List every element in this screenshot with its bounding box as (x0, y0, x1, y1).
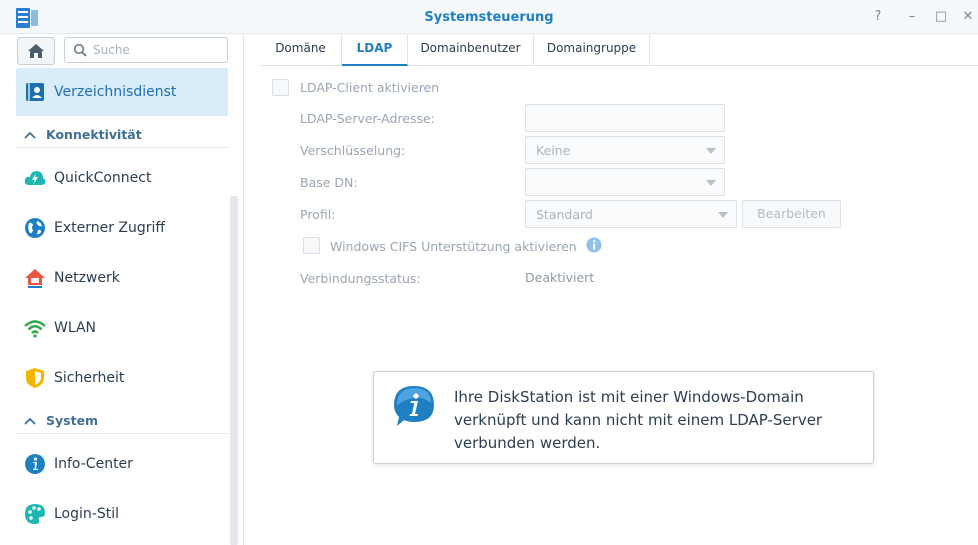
profile-select[interactable]: Standard (525, 200, 737, 228)
tab-domaingruppe[interactable]: Domaingruppe (534, 34, 650, 66)
sidebar-item-label: WLAN (54, 320, 97, 336)
notice-message: Ihre DiskStation ist mit einer Windows-D… (454, 388, 823, 452)
tab-domainbenutzer[interactable]: Domainbenutzer (408, 34, 534, 66)
tab-ldap[interactable]: LDAP (342, 34, 408, 66)
chevron-down-icon (718, 212, 728, 218)
sidebar-item-verzeichnisdienst[interactable]: Verzeichnisdienst (16, 68, 228, 116)
sidebar-item-info-center[interactable]: Info-Center (16, 440, 228, 488)
enable-ldap-checkbox[interactable] (272, 79, 289, 96)
cifs-support-checkbox[interactable] (303, 237, 320, 254)
encryption-label: Verschlüsselung: (300, 143, 406, 158)
sidebar-item-label: Sicherheit (54, 370, 125, 386)
palette-icon (24, 503, 46, 525)
window-title: Systemsteuerung (424, 10, 554, 25)
edit-profile-button[interactable]: Bearbeiten (742, 200, 841, 228)
enable-ldap-label: LDAP-Client aktivieren (300, 80, 440, 95)
sidebar-item-netzwerk[interactable]: Netzwerk (16, 254, 228, 302)
profile-value: Standard (536, 207, 593, 222)
tab-domaene[interactable]: Domäne (260, 34, 342, 66)
chevron-up-icon (24, 131, 36, 139)
sidebar-item-label: QuickConnect (54, 170, 152, 186)
sidebar-item-sicherheit[interactable]: Sicherheit (16, 354, 228, 402)
cifs-support-label: Windows CIFS Unterstützung aktivieren (330, 239, 577, 254)
sidebar-item-quickconnect[interactable]: QuickConnect (16, 154, 228, 202)
globe-icon (24, 217, 46, 239)
sidebar-item-label: Netzwerk (54, 270, 120, 286)
directory-icon (24, 81, 46, 103)
encryption-value: Keine (536, 143, 571, 158)
help-button[interactable]: ? (868, 8, 888, 26)
connection-status-label: Verbindungsstatus: (300, 271, 421, 286)
sidebar-item-label: Info-Center (54, 456, 133, 472)
sidebar: Verzeichnisdienst Konnektivität QuickCon… (0, 34, 244, 545)
server-address-input[interactable] (525, 104, 725, 132)
shield-icon (24, 367, 46, 389)
search-icon (73, 43, 87, 57)
title-bar: Systemsteuerung ? – □ ✕ (0, 0, 978, 34)
sidebar-item-login-stil[interactable]: Login-Stil (16, 490, 228, 538)
profile-label: Profil: (300, 207, 336, 222)
connection-status-value: Deaktiviert (525, 270, 595, 285)
house-network-icon (24, 267, 46, 289)
chevron-up-icon (24, 417, 36, 425)
sidebar-item-label: Login-Stil (54, 506, 119, 522)
section-label: Konnektivität (46, 127, 142, 142)
info-icon (24, 453, 46, 475)
section-label: System (46, 413, 99, 428)
section-konnektivitaet[interactable]: Konnektivität (16, 122, 228, 148)
tab-bar: Domäne LDAP Domainbenutzer Domaingruppe (260, 34, 978, 66)
home-button[interactable] (17, 37, 55, 65)
chevron-down-icon (706, 148, 716, 154)
search-box[interactable] (64, 37, 228, 63)
sidebar-item-label: Externer Zugriff (54, 220, 166, 236)
sidebar-scrollbar[interactable] (230, 196, 238, 545)
domain-notice: Ihre DiskStation ist mit einer Windows-D… (373, 371, 874, 464)
quickconnect-icon (24, 167, 46, 189)
server-address-label: LDAP-Server-Adresse: (300, 111, 435, 126)
sidebar-item-label: Verzeichnisdienst (54, 84, 177, 100)
maximize-button[interactable]: □ (931, 8, 951, 26)
encryption-select[interactable]: Keine (525, 136, 725, 164)
wifi-icon (24, 317, 46, 339)
minimize-button[interactable]: – (902, 8, 922, 26)
base-dn-label: Base DN: (300, 175, 358, 190)
info-icon[interactable] (586, 237, 602, 253)
info-bubble-icon (394, 386, 434, 426)
search-input[interactable] (93, 40, 221, 60)
base-dn-select[interactable] (525, 168, 725, 196)
sidebar-item-externer-zugriff[interactable]: Externer Zugriff (16, 204, 228, 252)
sidebar-item-wlan[interactable]: WLAN (16, 304, 228, 352)
home-icon (28, 44, 44, 58)
section-system[interactable]: System (16, 408, 228, 434)
chevron-down-icon (706, 180, 716, 186)
close-button[interactable]: ✕ (958, 8, 978, 26)
